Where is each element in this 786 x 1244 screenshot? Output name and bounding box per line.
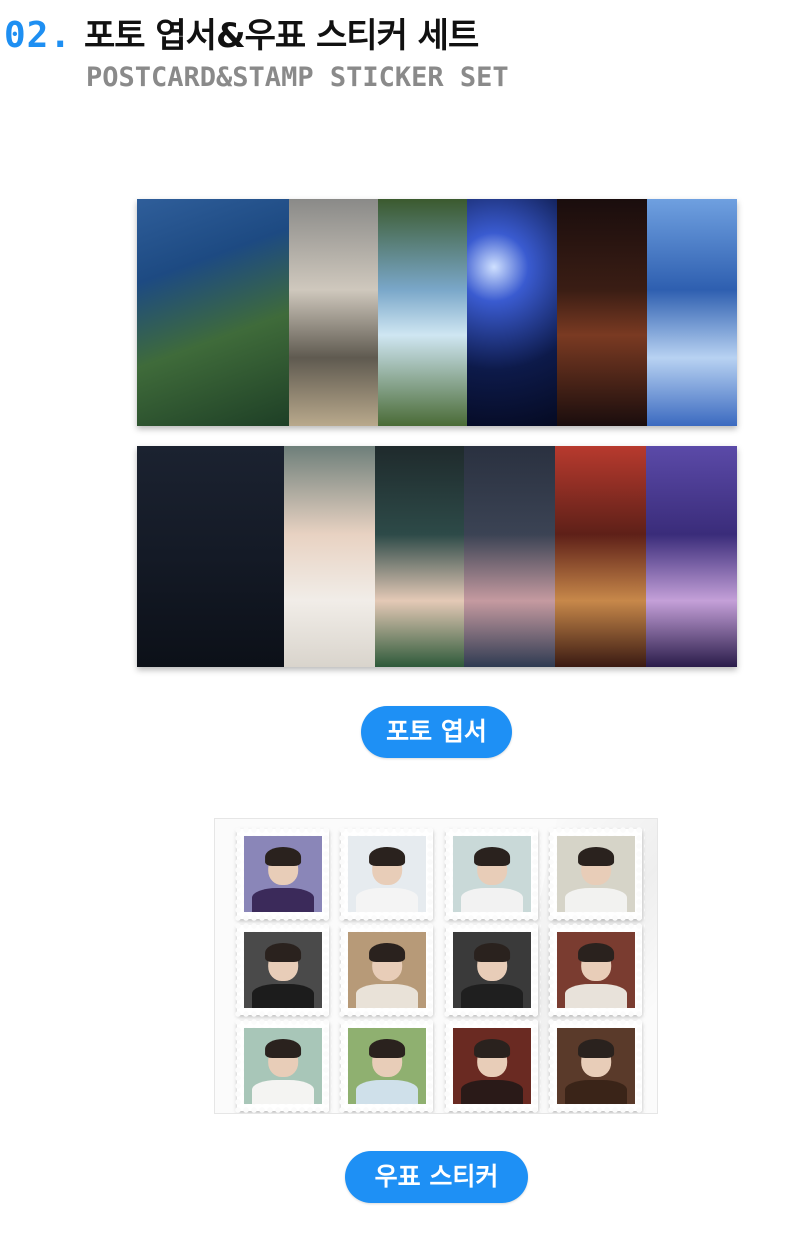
stamp-portrait bbox=[348, 1028, 426, 1104]
stamp-11 bbox=[443, 1018, 541, 1113]
stamp-8 bbox=[547, 922, 645, 1018]
two-students-photo bbox=[289, 199, 378, 426]
blue-guitar-photo bbox=[647, 199, 737, 426]
stamp-portrait bbox=[244, 836, 322, 912]
section-subtitle: POSTCARD&STAMP STICKER SET bbox=[86, 62, 509, 93]
stamp-portrait bbox=[557, 932, 635, 1008]
section-title: 포토 엽서&우표 스티커 세트 bbox=[84, 16, 479, 56]
stamp-12 bbox=[547, 1018, 645, 1113]
stamp-portrait bbox=[557, 1028, 635, 1104]
stamp-portrait bbox=[348, 932, 426, 1008]
drum-stage-photo bbox=[557, 199, 647, 426]
stamp-4 bbox=[547, 826, 645, 922]
stamp-7 bbox=[443, 922, 541, 1018]
blue-stage-lights-photo bbox=[467, 199, 557, 426]
postcard-strip-bottom bbox=[137, 446, 737, 667]
stamp-portrait bbox=[453, 836, 531, 912]
postcard-strip-top bbox=[137, 199, 737, 426]
green-guitar-photo bbox=[375, 446, 464, 667]
stamp-label-button[interactable]: 우표 스티커 bbox=[345, 1151, 528, 1203]
postcard-label-button[interactable]: 포토 엽서 bbox=[361, 706, 512, 758]
stamp-portrait bbox=[244, 1028, 322, 1104]
pink-guitar-photo bbox=[464, 446, 555, 667]
stamp-10 bbox=[338, 1018, 436, 1113]
stamp-portrait bbox=[557, 836, 635, 912]
stamp-1 bbox=[234, 826, 332, 922]
stamp-sticker-sheet bbox=[214, 818, 658, 1114]
light-blue-jacket-photo bbox=[378, 199, 467, 426]
stamp-portrait bbox=[453, 932, 531, 1008]
purple-guitar-photo bbox=[646, 446, 737, 667]
section-number: 02. bbox=[4, 15, 73, 56]
stamp-portrait bbox=[453, 1028, 531, 1104]
stamp-3 bbox=[443, 826, 541, 922]
stamp-2 bbox=[338, 826, 436, 922]
stamp-5 bbox=[234, 922, 332, 1018]
stamp-portrait bbox=[244, 932, 322, 1008]
smiling-girl-photo bbox=[284, 446, 375, 667]
stamp-portrait bbox=[348, 836, 426, 912]
stamp-6 bbox=[338, 922, 436, 1018]
umbrella-school-photo bbox=[137, 199, 289, 426]
red-drums-photo bbox=[555, 446, 646, 667]
mic-stage-photo bbox=[137, 446, 284, 667]
stamp-9 bbox=[234, 1018, 332, 1113]
